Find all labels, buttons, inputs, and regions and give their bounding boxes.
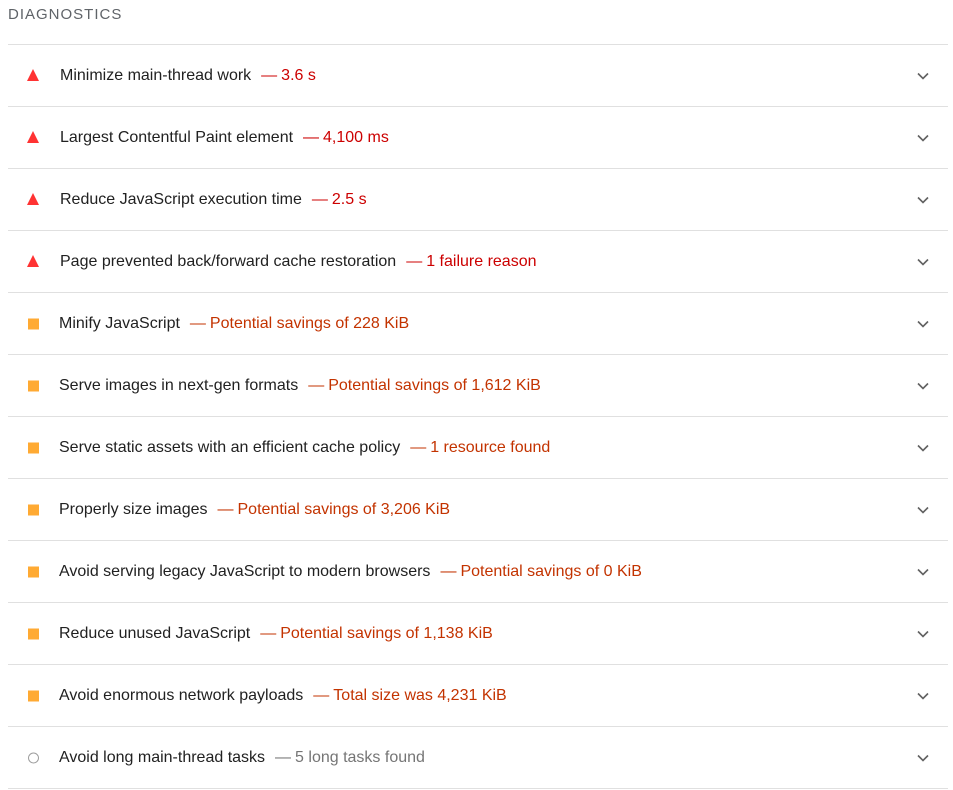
- chevron-down-icon[interactable]: [916, 441, 930, 455]
- audit-detail: Potential savings of 0 KiB: [460, 562, 642, 580]
- audit-detail: Potential savings of 1,612 KiB: [328, 376, 541, 394]
- audit-title: Serve static assets with an efficient ca…: [59, 438, 401, 456]
- triangle-fail-icon: [27, 68, 39, 81]
- audit-text: Avoid serving legacy JavaScript to moder…: [59, 563, 642, 581]
- audit-separator: —: [440, 562, 457, 580]
- square-warn-icon: [28, 318, 39, 329]
- audit-row[interactable]: Largest Contentful Paint element —4,100 m…: [8, 107, 948, 169]
- audit-separator: —: [313, 686, 330, 704]
- audit-separator: —: [260, 624, 277, 642]
- chevron-down-icon[interactable]: [916, 565, 930, 579]
- section-title: DIAGNOSTICS: [8, 6, 123, 23]
- audit-row[interactable]: Serve static assets with an efficient ca…: [8, 417, 948, 479]
- audit-row[interactable]: Avoid serving legacy JavaScript to moder…: [8, 541, 948, 603]
- audit-row[interactable]: Properly size images — Potential savings o…: [8, 479, 948, 541]
- audit-detail: Potential savings of 3,206 KiB: [237, 500, 451, 518]
- audit-row[interactable]: Reduce unused JavaScript — Potential savin…: [8, 603, 948, 665]
- audit-separator: —: [261, 66, 278, 84]
- audit-text: Reduce JavaScript execution time —2.5 s: [60, 191, 367, 209]
- chevron-down-icon[interactable]: [916, 627, 930, 641]
- audit-separator: —: [303, 128, 320, 146]
- audit-text: Avoid enormous network payloads — Total si…: [59, 687, 507, 705]
- audit-detail: 1 resource found: [430, 438, 551, 456]
- audit-text: Minimize main-thread work —3.6 s: [60, 67, 316, 85]
- audit-text: Serve static assets with an efficient ca…: [59, 439, 550, 457]
- audit-detail: 4,100 ms: [323, 128, 389, 146]
- audit-title: Properly size images: [59, 500, 208, 518]
- audit-separator: —: [217, 500, 234, 518]
- audit-list: Minimize main-thread work —3.6 s Largest C…: [8, 44, 948, 789]
- audit-text: Properly size images — Potential savings o…: [59, 501, 450, 519]
- triangle-fail-icon: [27, 130, 39, 143]
- audit-detail: 1 failure reason: [426, 252, 537, 270]
- audit-separator: —: [308, 376, 325, 394]
- audit-row[interactable]: Serve images in next-gen formats — Potenti…: [8, 355, 948, 417]
- audit-separator: —: [410, 438, 427, 456]
- audit-row[interactable]: Minify JavaScript — Potential savings of 2…: [8, 293, 948, 355]
- audit-title: Largest Contentful Paint element: [60, 128, 294, 146]
- chevron-down-icon[interactable]: [916, 503, 930, 517]
- chevron-down-icon[interactable]: [916, 193, 930, 207]
- square-warn-icon: [28, 628, 39, 639]
- square-warn-icon: [28, 566, 39, 577]
- audit-text: Largest Contentful Paint element —4,100 m…: [60, 129, 389, 147]
- audit-title: Reduce unused JavaScript: [59, 624, 251, 642]
- audit-separator: —: [406, 252, 423, 270]
- circle-info-icon: [28, 752, 39, 763]
- audit-text: Minify JavaScript — Potential savings of 2…: [59, 315, 409, 333]
- triangle-fail-icon: [27, 254, 39, 267]
- audit-detail: Total size was 4,231 KiB: [333, 686, 507, 704]
- audit-detail: 2.5 s: [331, 190, 367, 208]
- audit-text: Reduce unused JavaScript — Potential savin…: [59, 625, 493, 643]
- audit-detail: 5 long tasks found: [295, 748, 425, 766]
- square-warn-icon: [28, 504, 39, 515]
- audit-row[interactable]: Page prevented back/forward cache restor…: [8, 231, 948, 293]
- audit-detail: Potential savings of 228 KiB: [209, 314, 410, 332]
- triangle-fail-icon: [27, 192, 39, 205]
- audit-text: Avoid long main-thread tasks —5 long task…: [59, 749, 425, 767]
- audit-detail: 3.6 s: [281, 66, 316, 84]
- audit-title: Avoid long main-thread tasks: [59, 748, 266, 766]
- chevron-down-icon[interactable]: [916, 131, 930, 145]
- square-warn-icon: [28, 380, 39, 391]
- audit-title: Serve images in next-gen formats: [59, 376, 299, 394]
- chevron-down-icon[interactable]: [916, 317, 930, 331]
- audit-title: Minify JavaScript: [59, 314, 180, 332]
- chevron-down-icon[interactable]: [916, 255, 930, 269]
- audit-title: Minimize main-thread work: [60, 66, 252, 84]
- chevron-down-icon[interactable]: [916, 69, 930, 83]
- audit-separator: —: [275, 748, 292, 766]
- square-warn-icon: [28, 442, 39, 453]
- audit-row[interactable]: Avoid enormous network payloads — Total si…: [8, 665, 948, 727]
- square-warn-icon: [28, 690, 39, 701]
- audit-separator: —: [311, 190, 328, 208]
- audit-detail: Potential savings of 1,138 KiB: [280, 624, 493, 642]
- chevron-down-icon[interactable]: [916, 751, 930, 765]
- audit-title: Page prevented back/forward cache restor…: [60, 252, 397, 270]
- audit-text: Page prevented back/forward cache restor…: [60, 253, 537, 271]
- chevron-down-icon[interactable]: [916, 689, 930, 703]
- audit-text: Serve images in next-gen formats — Potenti…: [59, 377, 541, 395]
- audit-row[interactable]: Avoid long main-thread tasks —5 long task…: [8, 727, 948, 789]
- audit-row[interactable]: Minimize main-thread work —3.6 s: [8, 45, 948, 107]
- audit-row[interactable]: Reduce JavaScript execution time —2.5 s: [8, 169, 948, 231]
- audit-separator: —: [189, 314, 206, 332]
- chevron-down-icon[interactable]: [916, 379, 930, 393]
- audit-title: Avoid serving legacy JavaScript to moder…: [59, 562, 431, 580]
- diagnostics-panel: DIAGNOSTICS Minimize main-thread work —3.…: [0, 0, 953, 790]
- audit-title: Reduce JavaScript execution time: [60, 190, 302, 208]
- audit-title: Avoid enormous network payloads: [59, 686, 304, 704]
